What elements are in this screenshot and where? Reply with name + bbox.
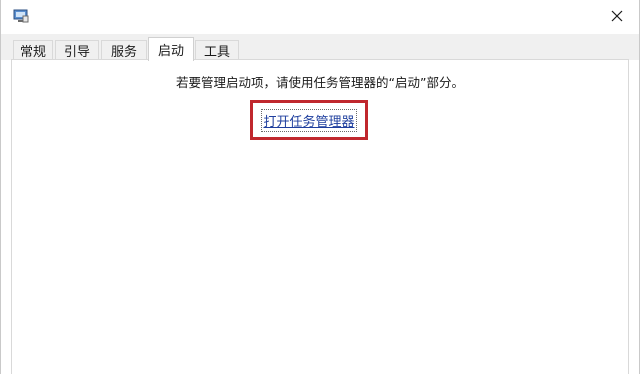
open-task-manager-link[interactable]: 打开任务管理器 — [261, 108, 357, 132]
tab-general[interactable]: 常规 — [13, 40, 53, 60]
tab-startup[interactable]: 启动 — [148, 37, 194, 61]
system-configuration-icon — [13, 8, 29, 23]
tab-label: 常规 — [19, 45, 46, 60]
close-button[interactable] — [603, 4, 631, 28]
tab-label: 启动 — [157, 44, 184, 59]
tab-label: 工具 — [203, 45, 230, 60]
tab-services[interactable]: 服务 — [101, 40, 147, 60]
highlight-box: 打开任务管理器 — [250, 100, 368, 140]
startup-info-text: 若要管理启动项，请使用任务管理器的“启动”部分。 — [176, 75, 464, 90]
tab-label: 服务 — [110, 45, 137, 60]
tab-boot[interactable]: 引导 — [55, 40, 99, 60]
tab-label: 引导 — [63, 45, 90, 60]
close-icon — [611, 7, 623, 26]
startup-tab-panel: 若要管理启动项，请使用任务管理器的“启动”部分。 打开任务管理器 — [11, 59, 629, 374]
tab-tools[interactable]: 工具 — [195, 40, 239, 60]
title-bar — [1, 0, 639, 34]
tab-strip: 常规 引导 服务 启动 工具 — [1, 34, 639, 61]
system-configuration-window: 常规 引导 服务 启动 工具 若要管理启动项，请使用任务管理器的“启动”部分。 … — [0, 0, 640, 374]
